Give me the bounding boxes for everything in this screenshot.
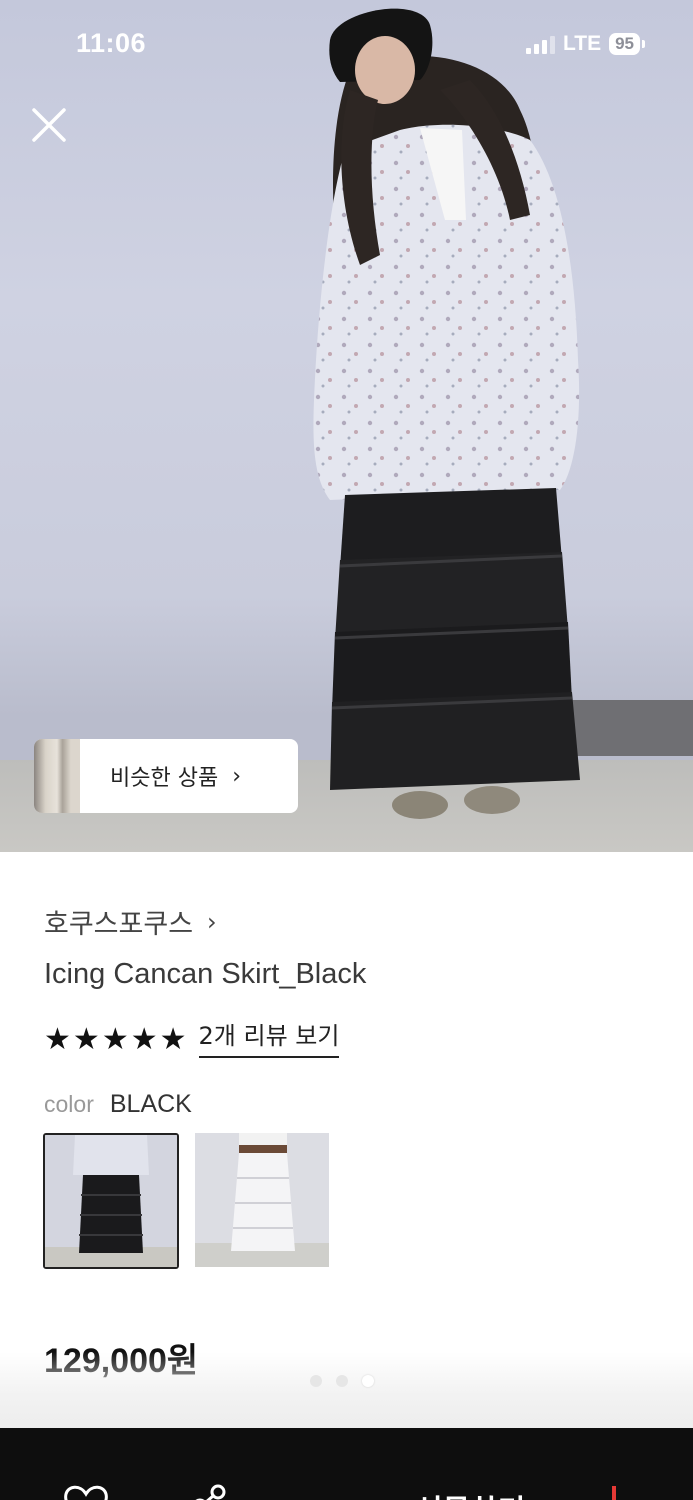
signal-strength-icon (525, 34, 555, 54)
battery-icon: 95 (609, 33, 645, 55)
similar-products-button[interactable]: 비슷한 상품 › (34, 739, 298, 813)
review-link[interactable]: 2개 리뷰 보기 (198, 1022, 340, 1058)
star-icon: ★ (44, 1022, 71, 1057)
white-skirt-thumbnail (195, 1133, 329, 1267)
bottom-action-bar: 선물하기 (0, 1428, 693, 1500)
color-label: color (44, 1091, 94, 1117)
star-icon: ★ (159, 1022, 187, 1057)
similar-products-label: 비슷한 상품 (110, 766, 219, 791)
brand-name: 호쿠스포쿠스 (44, 909, 194, 940)
chevron-right-icon: › (207, 907, 217, 936)
color-option-black[interactable] (43, 1133, 179, 1269)
share-button[interactable] (190, 1484, 230, 1500)
carousel-indicator (310, 1375, 374, 1387)
black-skirt-thumbnail (45, 1135, 177, 1267)
star-rating: ★ ★ ★ ★ ★ (44, 1022, 187, 1058)
similar-products-thumbnail (34, 739, 80, 813)
product-hero-image[interactable] (0, 0, 693, 852)
gift-button[interactable]: 선물하기 (415, 1486, 525, 1500)
star-icon: ★ (72, 1022, 100, 1057)
star-icon: ★ (101, 1022, 129, 1057)
close-icon (32, 108, 66, 142)
heart-icon (64, 1485, 108, 1500)
wishlist-button[interactable] (60, 1484, 112, 1500)
carousel-dot (362, 1375, 374, 1387)
carousel-dot (310, 1375, 322, 1387)
close-button[interactable] (28, 104, 70, 146)
color-value: BLACK (109, 1090, 192, 1118)
star-icon: ★ (130, 1022, 158, 1057)
brand-link[interactable]: 호쿠스포쿠스 › (44, 902, 217, 941)
battery-level: 95 (609, 33, 640, 55)
share-icon (195, 1484, 226, 1500)
network-type: LTE (562, 32, 602, 55)
buy-button-edge[interactable] (612, 1486, 616, 1500)
status-time: 11:06 (76, 28, 147, 58)
status-indicators: LTE 95 (525, 32, 645, 56)
model-figure (313, 8, 580, 819)
product-title: Icing Cancan Skirt_Black (44, 958, 367, 990)
rating-row: ★ ★ ★ ★ ★ 2개 리뷰 보기 (44, 1022, 340, 1058)
chevron-right-icon: › (232, 763, 242, 789)
carousel-dot (336, 1375, 348, 1387)
color-option-white[interactable] (195, 1133, 329, 1267)
color-row: color BLACK (44, 1090, 192, 1119)
bottom-fade (0, 1352, 693, 1430)
